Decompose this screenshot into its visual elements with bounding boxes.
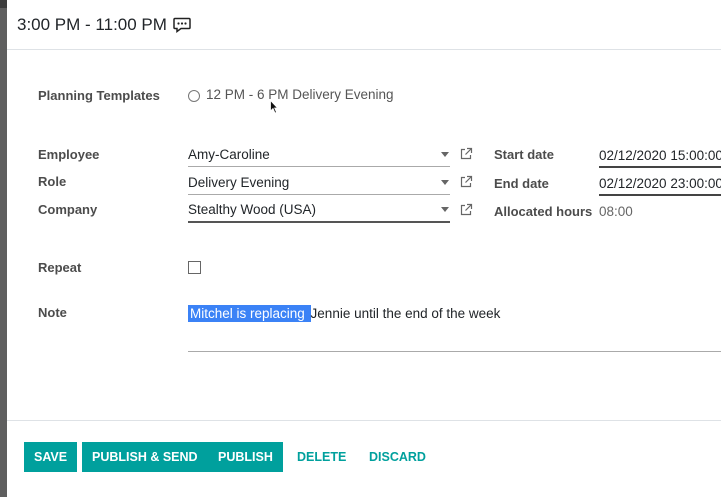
company-label: Company bbox=[38, 202, 98, 217]
save-button[interactable]: SAVE bbox=[24, 442, 78, 472]
delete-button[interactable]: DELETE bbox=[287, 442, 356, 472]
planning-shift-dialog: 3:00 PM - 11:00 PM Planning Templates 12… bbox=[7, 0, 721, 497]
end-date-field[interactable]: 02/12/2020 23:00:00 bbox=[599, 170, 721, 196]
employee-dropdown-icon[interactable] bbox=[441, 152, 449, 157]
dialog-title: 3:00 PM - 11:00 PM bbox=[17, 14, 167, 34]
note-label: Note bbox=[38, 305, 67, 320]
start-date-value: 02/12/2020 15:00:00 bbox=[599, 148, 721, 163]
employee-field[interactable]: Amy-Caroline bbox=[188, 142, 450, 167]
note-underline bbox=[188, 351, 721, 352]
role-label: Role bbox=[38, 174, 67, 189]
employee-value: Amy-Caroline bbox=[188, 147, 270, 162]
publish-button[interactable]: PUBLISH bbox=[208, 442, 283, 472]
allocated-hours-label: Allocated hours bbox=[494, 204, 593, 219]
role-dropdown-icon[interactable] bbox=[441, 180, 449, 185]
publish-and-send-button[interactable]: PUBLISH & SEND bbox=[82, 442, 208, 472]
role-external-link-icon[interactable] bbox=[459, 175, 473, 189]
planning-template-option[interactable]: 12 PM - 6 PM Delivery Evening bbox=[206, 87, 394, 102]
company-dropdown-icon[interactable] bbox=[441, 207, 449, 212]
planning-template-radio[interactable] bbox=[188, 90, 200, 102]
end-date-label: End date bbox=[494, 176, 549, 191]
employee-external-link-icon[interactable] bbox=[459, 147, 473, 161]
discard-button[interactable]: DISCARD bbox=[359, 442, 436, 472]
note-selected-text: Mitchel is replacing bbox=[188, 305, 311, 322]
start-date-field[interactable]: 02/12/2020 15:00:00 bbox=[599, 142, 721, 168]
allocated-hours-value: 08:00 bbox=[599, 204, 633, 219]
dialog-header: 3:00 PM - 11:00 PM bbox=[7, 0, 721, 50]
company-value: Stealthy Wood (USA) bbox=[188, 202, 317, 217]
role-field[interactable]: Delivery Evening bbox=[188, 170, 450, 195]
repeat-label: Repeat bbox=[38, 260, 82, 275]
repeat-checkbox[interactable] bbox=[188, 261, 201, 274]
planning-templates-label: Planning Templates bbox=[38, 88, 160, 103]
employee-label: Employee bbox=[38, 147, 100, 162]
role-value: Delivery Evening bbox=[188, 175, 290, 190]
company-field[interactable]: Stealthy Wood (USA) bbox=[188, 197, 450, 223]
dialog-footer: SAVE PUBLISH & SEND PUBLISH DELETE DISCA… bbox=[7, 420, 721, 497]
note-textarea[interactable]: Mitchel is replacing Jennie until the en… bbox=[188, 305, 501, 322]
end-date-value: 02/12/2020 23:00:00 bbox=[599, 176, 721, 191]
company-external-link-icon[interactable] bbox=[459, 203, 473, 217]
mouse-pointer-icon bbox=[270, 100, 278, 114]
chat-bubble-icon bbox=[173, 17, 191, 33]
note-text: Jennie until the end of the week bbox=[310, 306, 501, 321]
start-date-label: Start date bbox=[494, 147, 554, 162]
